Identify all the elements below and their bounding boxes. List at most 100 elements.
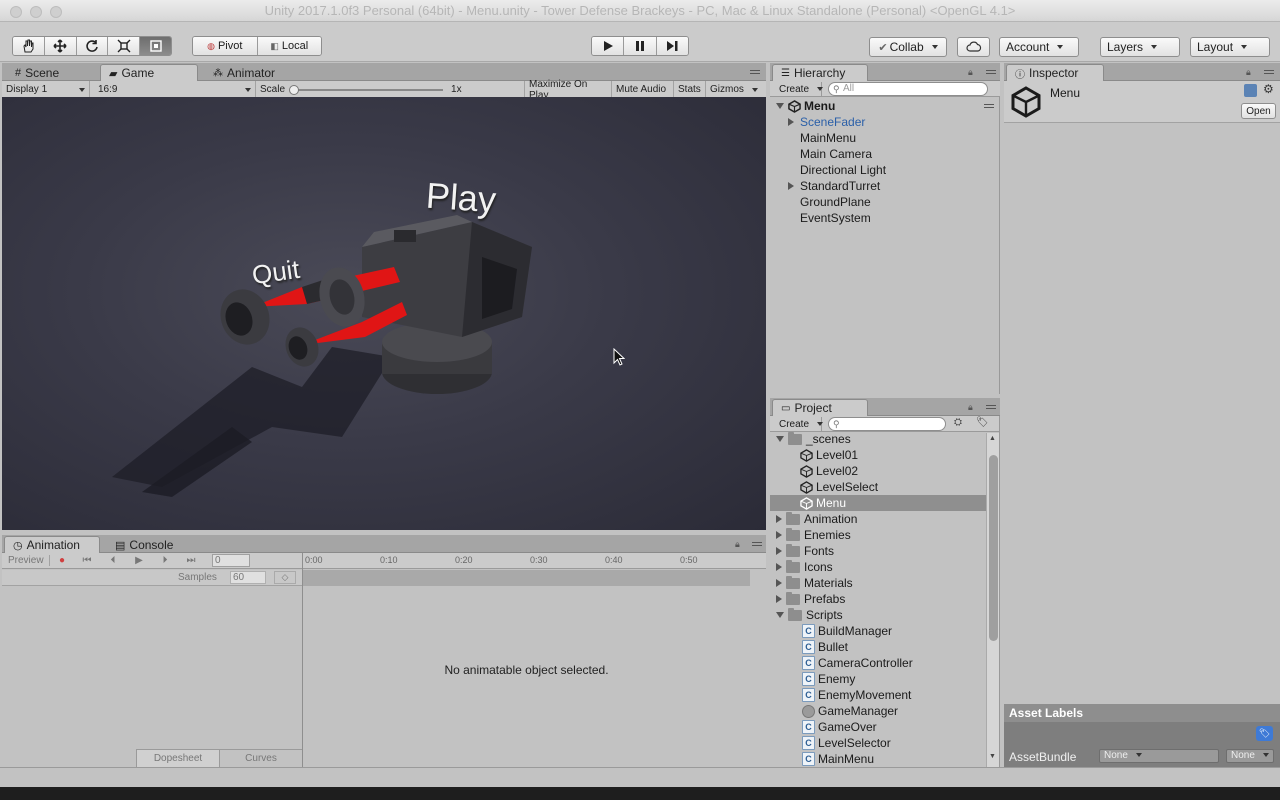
hierarchy-create-dropdown[interactable]: Create bbox=[774, 82, 822, 96]
scene-root-row[interactable]: Menu bbox=[776, 98, 835, 114]
open-button[interactable]: Open bbox=[1241, 103, 1276, 119]
scroll-up-icon[interactable]: ▲ bbox=[989, 435, 996, 442]
lock-icon[interactable]: 🔒︎ bbox=[735, 539, 740, 550]
account-dropdown[interactable]: Account bbox=[999, 37, 1079, 57]
expand-icon[interactable] bbox=[776, 515, 782, 523]
folder-scenes[interactable]: _scenes bbox=[776, 431, 851, 447]
preview-button[interactable]: Preview bbox=[2, 555, 50, 566]
maximize-on-play-toggle[interactable]: Maximize On Play bbox=[524, 79, 612, 101]
tab-scene[interactable]: # Scene bbox=[6, 64, 68, 81]
label-tag-icon[interactable]: 🏷︎ bbox=[1256, 726, 1273, 741]
samples-field[interactable]: 60 bbox=[230, 571, 266, 584]
tab-project[interactable]: ▭ Project bbox=[772, 399, 868, 416]
expand-icon[interactable] bbox=[776, 531, 782, 539]
minimize-window-button[interactable] bbox=[30, 6, 42, 18]
scale-slider[interactable] bbox=[289, 84, 444, 95]
hierarchy-item-main-camera[interactable]: Main Camera bbox=[800, 146, 872, 162]
zoom-window-button[interactable] bbox=[50, 6, 62, 18]
step-button[interactable] bbox=[656, 37, 688, 55]
last-key-icon[interactable]: ⏭ bbox=[178, 555, 204, 566]
hierarchy-item-directional-light[interactable]: Directional Light bbox=[800, 162, 886, 178]
script-buildmanager[interactable]: C BuildManager bbox=[802, 623, 892, 639]
folder-icons[interactable]: Icons bbox=[776, 559, 833, 575]
hierarchy-item-standardturret[interactable]: StandardTurret bbox=[788, 178, 880, 194]
close-window-button[interactable] bbox=[10, 6, 22, 18]
script-enemy[interactable]: C Enemy bbox=[802, 671, 855, 687]
hierarchy-item-groundplane[interactable]: GroundPlane bbox=[800, 194, 871, 210]
project-scrollbar-thumb[interactable] bbox=[989, 455, 998, 641]
project-lock-icon[interactable]: 🔒︎ bbox=[968, 402, 973, 413]
script-gameover[interactable]: C GameOver bbox=[802, 719, 877, 735]
script-cameracontroller[interactable]: C CameraController bbox=[802, 655, 913, 671]
collab-dropdown[interactable]: ✔ Collab bbox=[869, 37, 947, 57]
help-book-icon[interactable] bbox=[1244, 84, 1257, 97]
scale-slider-thumb[interactable] bbox=[289, 84, 300, 95]
project-create-dropdown[interactable]: Create bbox=[774, 417, 822, 431]
layout-dropdown[interactable]: Layout bbox=[1190, 37, 1270, 57]
asset-level02[interactable]: Level02 bbox=[800, 463, 858, 479]
display-dropdown[interactable]: Display 1 bbox=[2, 81, 90, 98]
hierarchy-item-mainmenu[interactable]: MainMenu bbox=[800, 130, 856, 146]
cloud-button[interactable] bbox=[957, 37, 990, 57]
hierarchy-item-eventsystem[interactable]: EventSystem bbox=[800, 210, 871, 226]
expand-icon[interactable] bbox=[788, 182, 794, 190]
tab-dopesheet[interactable]: Dopesheet bbox=[136, 750, 220, 767]
folder-materials[interactable]: Materials bbox=[776, 575, 853, 591]
hierarchy-lock-icon[interactable]: 🔒︎ bbox=[968, 67, 973, 78]
folder-enemies[interactable]: Enemies bbox=[776, 527, 851, 543]
inspector-menu-icon[interactable] bbox=[1264, 68, 1276, 78]
hierarchy-item-scenefader[interactable]: SceneFader bbox=[788, 114, 865, 130]
script-levelselector[interactable]: C LevelSelector bbox=[802, 735, 891, 751]
next-key-icon[interactable]: ⏵ bbox=[152, 555, 178, 566]
settings-gear-icon[interactable]: ⚙ bbox=[1263, 82, 1274, 96]
asset-menu-selected[interactable]: Menu bbox=[770, 495, 986, 511]
layers-dropdown[interactable]: Layers bbox=[1100, 37, 1180, 57]
scene-menu-icon[interactable] bbox=[984, 102, 996, 112]
script-mainmenu[interactable]: C MainMenu bbox=[802, 751, 874, 767]
play-anim-icon[interactable]: ▶ bbox=[126, 555, 152, 566]
frame-field[interactable]: 0 bbox=[212, 554, 250, 567]
rect-tool-icon[interactable] bbox=[140, 37, 171, 55]
record-icon[interactable]: ● bbox=[50, 555, 74, 566]
pause-button[interactable] bbox=[624, 37, 657, 55]
expand-icon[interactable] bbox=[776, 563, 782, 571]
tab-game[interactable]: ▰ Game bbox=[100, 64, 198, 81]
folder-scripts[interactable]: Scripts bbox=[776, 607, 843, 623]
scale-tool-icon[interactable] bbox=[108, 37, 141, 55]
rotate-tool-icon[interactable] bbox=[76, 37, 109, 55]
play-menu-button[interactable]: Play bbox=[425, 175, 498, 222]
script-bullet[interactable]: C Bullet bbox=[802, 639, 848, 655]
expand-icon[interactable] bbox=[776, 612, 784, 618]
expand-icon[interactable] bbox=[776, 103, 784, 109]
asset-levelselect[interactable]: LevelSelect bbox=[800, 479, 878, 495]
hand-tool-icon[interactable] bbox=[13, 37, 45, 55]
tab-inspector[interactable]: ⓘ Inspector bbox=[1006, 64, 1104, 81]
event-track[interactable] bbox=[303, 570, 750, 586]
folder-prefabs[interactable]: Prefabs bbox=[776, 591, 845, 607]
inspector-lock-icon[interactable]: 🔒︎ bbox=[1246, 67, 1251, 78]
project-scrollbar[interactable]: ▲ ▼ bbox=[986, 433, 999, 767]
tab-curves[interactable]: Curves bbox=[220, 750, 302, 767]
assetbundle-dropdown[interactable]: None bbox=[1099, 749, 1219, 763]
script-enemymovement[interactable]: C EnemyMovement bbox=[802, 687, 911, 703]
filter-by-label-icon[interactable]: 🏷︎ bbox=[976, 417, 989, 428]
timeline-ruler[interactable]: 0:00 0:10 0:20 0:30 0:40 0:50 bbox=[303, 553, 766, 569]
stats-toggle[interactable]: Stats bbox=[674, 81, 706, 98]
tab-console[interactable]: ▤ Console bbox=[106, 536, 182, 553]
hierarchy-menu-icon[interactable] bbox=[986, 68, 998, 78]
folder-animation[interactable]: Animation bbox=[776, 511, 857, 527]
asset-labels-header[interactable]: Asset Labels bbox=[1004, 704, 1280, 722]
project-search-input[interactable]: ⚲ bbox=[828, 417, 946, 431]
pivot-button[interactable]: ◍ Pivot bbox=[193, 37, 258, 55]
aspect-dropdown[interactable]: 16:9 bbox=[94, 81, 256, 98]
move-tool-icon[interactable] bbox=[44, 37, 77, 55]
tab-animator[interactable]: ⁂ Animator bbox=[204, 64, 284, 81]
expand-icon[interactable] bbox=[776, 579, 782, 587]
panel-menu-icon[interactable] bbox=[750, 68, 762, 78]
filter-by-type-icon[interactable]: ⛭ bbox=[954, 417, 962, 428]
hierarchy-search-input[interactable]: ⚲ All bbox=[828, 82, 988, 96]
local-button[interactable]: ◧ Local bbox=[257, 37, 321, 55]
folder-fonts[interactable]: Fonts bbox=[776, 543, 834, 559]
project-menu-icon[interactable] bbox=[986, 403, 998, 413]
tab-animation[interactable]: ◷ Animation bbox=[4, 536, 100, 553]
